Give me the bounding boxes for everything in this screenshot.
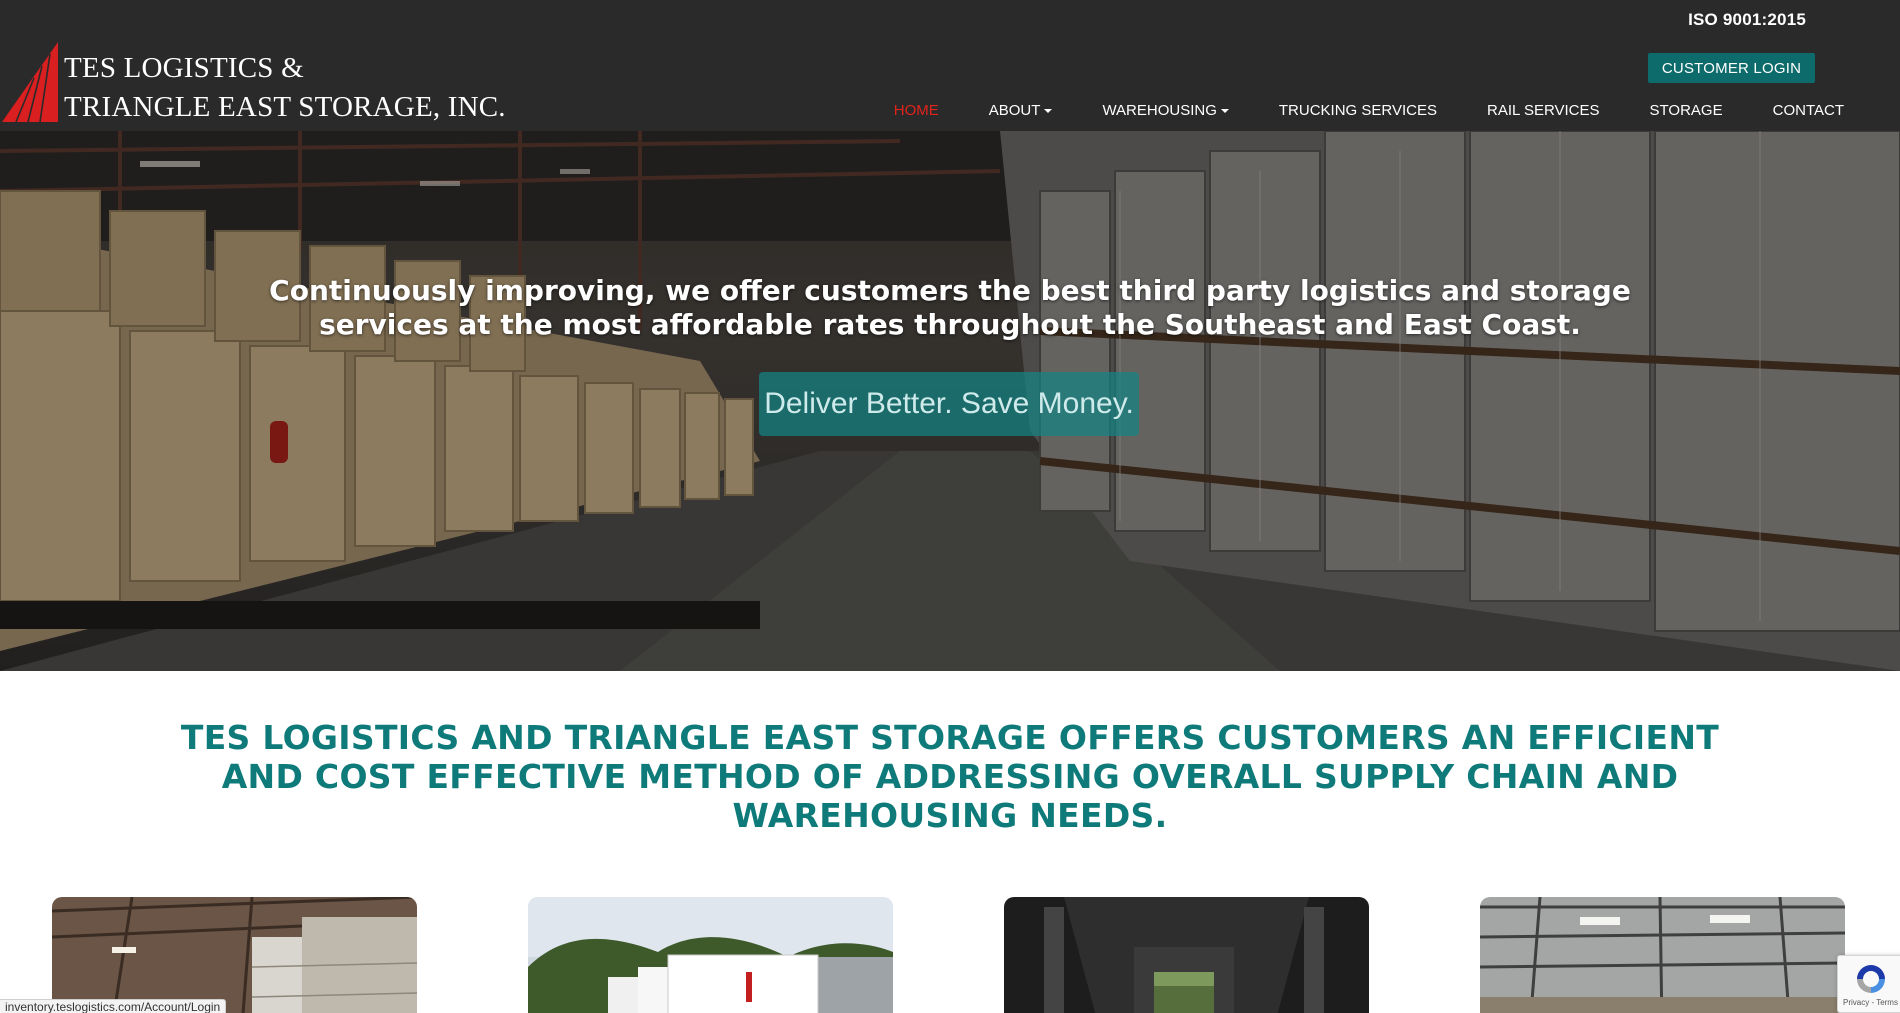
browser-status-url: inventory.teslogistics.com/Account/Login xyxy=(0,999,227,1013)
caret-down-icon xyxy=(1220,108,1229,113)
red-triangle-logo-icon xyxy=(2,42,58,122)
nav-item-label: TRUCKING SERVICES xyxy=(1278,102,1437,119)
recaptcha-icon xyxy=(1857,965,1885,993)
service-card-warehousing[interactable] xyxy=(52,897,417,1013)
site-logo[interactable]: TES LOGISTICS & TRIANGLE EAST STORAGE, I… xyxy=(0,38,506,124)
nav-item-label: STORAGE xyxy=(1649,102,1723,119)
warehouse-ceiling-image xyxy=(1480,897,1845,1013)
logo-text-line1: TES LOGISTICS & xyxy=(64,52,304,84)
logo-text-line2: TRIANGLE EAST STORAGE, INC. xyxy=(64,91,506,123)
iso-certification-label: ISO 9001:2015 xyxy=(1688,10,1806,29)
nav-item-home[interactable]: HOME xyxy=(894,102,939,119)
nav-item-label: HOME xyxy=(893,102,939,119)
customer-login-button[interactable]: CUSTOMER LOGIN xyxy=(1648,53,1815,83)
mission-statement: TES LOGISTICS AND TRIANGLE EAST STORAGE … xyxy=(180,718,1720,835)
nav-item-rail-services[interactable]: RAIL SERVICES xyxy=(1487,102,1600,119)
recaptcha-terms-links[interactable]: Privacy - Terms xyxy=(1843,998,1898,1007)
nav-item-label: WAREHOUSING xyxy=(1102,102,1217,119)
warehouse-dock-image xyxy=(1004,897,1369,1013)
trucks-image xyxy=(528,897,893,1013)
nav-item-warehousing[interactable]: WAREHOUSING xyxy=(1102,102,1229,119)
hero-headline: Continuously improving, we offer custome… xyxy=(269,274,1631,341)
caret-down-icon xyxy=(1044,108,1053,113)
hero-cta-button[interactable]: Deliver Better. Save Money. xyxy=(759,372,1139,436)
site-header: TES LOGISTICS & TRIANGLE EAST STORAGE, I… xyxy=(0,0,1900,131)
warehouse-interior-image xyxy=(52,897,417,1013)
service-card-rail[interactable] xyxy=(1004,897,1369,1013)
nav-item-label: ABOUT xyxy=(988,102,1041,119)
nav-item-storage[interactable]: STORAGE xyxy=(1650,102,1723,119)
nav-item-label: RAIL SERVICES xyxy=(1486,102,1600,119)
nav-item-label: CONTACT xyxy=(1772,102,1844,119)
nav-item-trucking-services[interactable]: TRUCKING SERVICES xyxy=(1279,102,1437,119)
service-card-trucking[interactable] xyxy=(528,897,893,1013)
recaptcha-badge[interactable]: Privacy - Terms xyxy=(1837,955,1900,1013)
nav-item-contact[interactable]: CONTACT xyxy=(1773,102,1844,119)
main-nav: HOME ABOUT WAREHOUSING TRUCKING SERVICES… xyxy=(844,102,1844,119)
hero-banner: Continuously improving, we offer custome… xyxy=(0,131,1900,671)
service-card-storage[interactable] xyxy=(1480,897,1845,1013)
nav-item-about[interactable]: ABOUT xyxy=(989,102,1053,119)
